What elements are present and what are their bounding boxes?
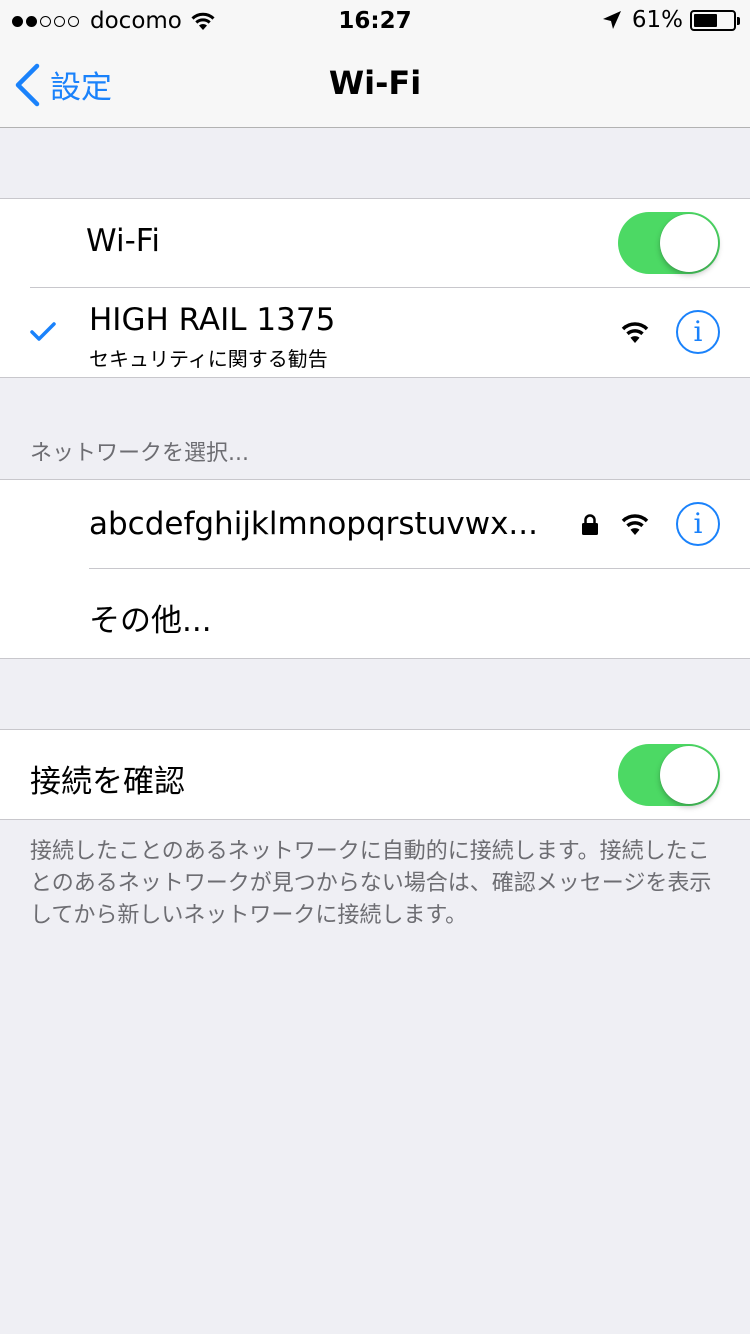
other-network-row[interactable]: その他...: [0, 569, 750, 658]
battery-percent: 61%: [631, 7, 683, 33]
network-name: abcdefghijklmnopqrstuvwx...: [89, 506, 538, 542]
wifi-icon: [621, 322, 649, 343]
wifi-group: Wi-Fi HIGH RAIL 1375 セキュリティに関する勧告 i: [0, 198, 750, 378]
choose-network-header: ネットワークを選択...: [30, 441, 249, 466]
wifi-toggle-row: Wi-Fi: [0, 199, 750, 288]
ask-to-join-row: 接続を確認: [0, 730, 750, 819]
battery-level: [694, 13, 718, 27]
connected-network-row[interactable]: HIGH RAIL 1375 セキュリティに関する勧告 i: [0, 288, 750, 377]
network-row[interactable]: abcdefghijklmnopqrstuvwx... i: [0, 480, 750, 569]
connected-network-name: HIGH RAIL 1375: [89, 302, 336, 338]
info-button[interactable]: i: [676, 310, 720, 354]
navigation-bar: 設定 Wi-Fi: [0, 40, 750, 128]
other-network-label: その他...: [89, 603, 212, 639]
wifi-label: Wi-Fi: [86, 223, 160, 259]
networks-group: abcdefghijklmnopqrstuvwx... i その他...: [0, 479, 750, 659]
connected-network-subtitle: セキュリティに関する勧告: [89, 347, 328, 371]
lock-icon: [582, 514, 598, 535]
location-arrow-icon: [602, 11, 621, 29]
ask-to-join-label: 接続を確認: [30, 764, 185, 800]
toggle-knob: [660, 746, 718, 804]
page-title: Wi-Fi: [328, 64, 422, 102]
info-icon: i: [693, 315, 703, 348]
ask-to-join-toggle[interactable]: [618, 744, 720, 806]
ask-to-join-footer: 接続したことのあるネットワークに自動的に接続します。接続したことのあるネットワー…: [30, 839, 712, 928]
status-bar-right: 61%: [602, 7, 740, 33]
wifi-icon: [621, 514, 649, 535]
toggle-knob: [660, 214, 718, 272]
info-icon: i: [693, 507, 703, 540]
checkmark-icon: [30, 322, 56, 341]
ask-to-join-group: 接続を確認: [0, 729, 750, 820]
battery-icon: [690, 9, 740, 31]
status-bar: docomo 16:27 61%: [0, 0, 750, 40]
wifi-toggle[interactable]: [618, 212, 720, 274]
info-button[interactable]: i: [676, 502, 720, 546]
